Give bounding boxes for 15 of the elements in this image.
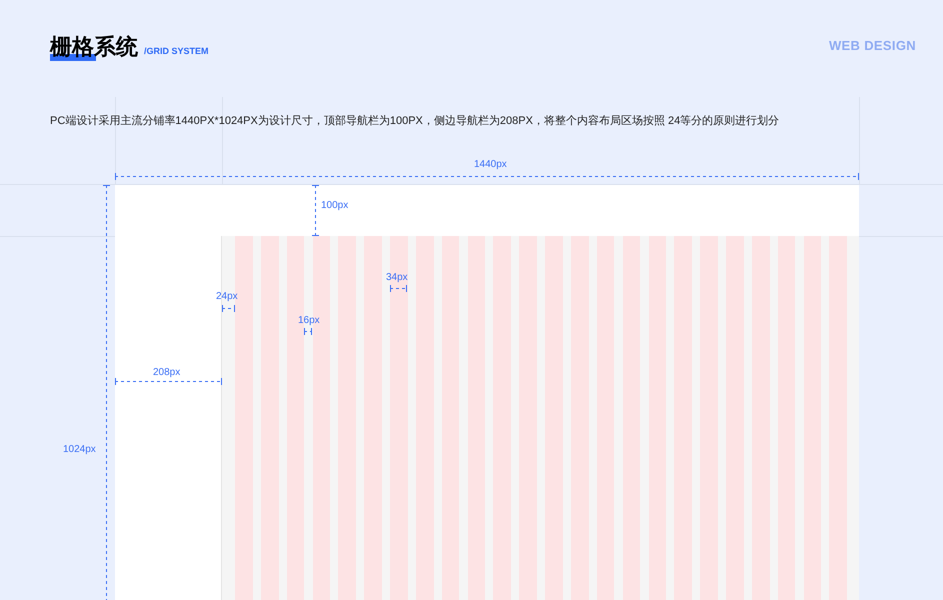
dimension-line (312, 185, 319, 236)
dimension-label: 24px (216, 290, 238, 304)
dimension-label: 1440px (474, 158, 507, 172)
dimension-label: 208px (153, 366, 180, 380)
dimension-line (222, 305, 235, 312)
dimension-line (304, 328, 312, 335)
dimension-label: 16px (298, 314, 320, 328)
page-title: 栅格系统 (50, 32, 138, 62)
dimension-line (390, 285, 407, 292)
dimension-label: 1024px (63, 443, 96, 457)
dimension-label: 100px (321, 199, 348, 213)
dimension-label: 34px (386, 271, 408, 285)
brand-label: WEB DESIGN (828, 37, 916, 55)
description-text: PC端设计采用主流分铺率1440PX*1024PX为设计尺寸，顶部导航栏为100PX，侧边导航栏为208PX，将整个内容布局区场按照 24等分的原则进行划分 (50, 114, 780, 129)
page-subtitle: /GRID SYSTEM (144, 44, 209, 58)
